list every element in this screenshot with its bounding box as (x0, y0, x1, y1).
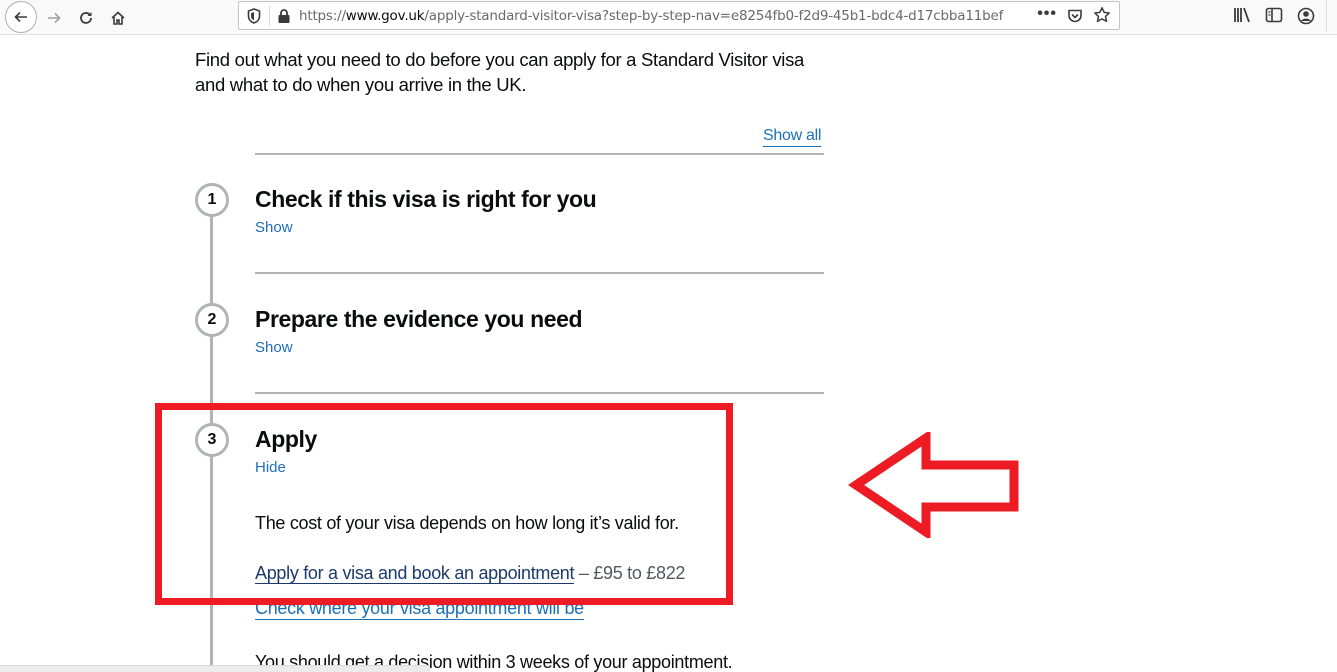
library-icon[interactable] (1233, 7, 1251, 28)
step-toggle-1[interactable]: Show (255, 219, 293, 236)
status-bar (0, 665, 430, 672)
back-icon (14, 11, 27, 23)
step-toggle-2[interactable]: Show (255, 339, 293, 356)
left-arrow-annotation (848, 432, 1019, 538)
url-path: /apply-standard-visitor-visa?step-by-ste… (424, 8, 1004, 24)
home-button[interactable] (103, 3, 133, 33)
highlight-box-annotation (155, 403, 733, 605)
divider (255, 153, 824, 155)
divider (255, 272, 824, 274)
pocket-icon[interactable] (1067, 8, 1083, 29)
forward-button[interactable] (39, 3, 69, 33)
forward-icon (48, 12, 61, 24)
reload-button[interactable] (71, 3, 101, 33)
home-icon (111, 11, 125, 25)
divider (255, 392, 824, 394)
back-button[interactable] (5, 1, 37, 33)
intro-text: Find out what you need to do before you … (195, 49, 805, 95)
step-number-2: 2 (195, 303, 229, 337)
reload-icon (80, 12, 92, 24)
step-number-1: 1 (195, 183, 229, 217)
page-actions-button[interactable]: ••• (1037, 5, 1057, 23)
toolbar-divider (1326, 0, 1327, 32)
tracking-shield-icon[interactable] (247, 8, 261, 29)
show-all-link[interactable]: Show all (763, 126, 821, 147)
url-separator (269, 6, 270, 26)
address-bar[interactable]: https://www.gov.uk/apply-standard-visito… (238, 1, 1120, 30)
browser-toolbar: https://www.gov.uk/apply-standard-visito… (0, 0, 1337, 35)
lock-icon[interactable] (277, 8, 291, 29)
url-domain: www.gov.uk (345, 8, 425, 24)
step-title-1[interactable]: Check if this visa is right for you (255, 186, 597, 213)
step-title-2[interactable]: Prepare the evidence you need (255, 306, 583, 333)
bookmark-star-icon[interactable] (1093, 6, 1111, 29)
account-icon[interactable] (1297, 7, 1315, 30)
url-text[interactable]: https://www.gov.uk/apply-standard-visito… (299, 8, 1003, 24)
sidebar-icon[interactable] (1265, 7, 1283, 28)
url-scheme: https:// (299, 8, 346, 24)
